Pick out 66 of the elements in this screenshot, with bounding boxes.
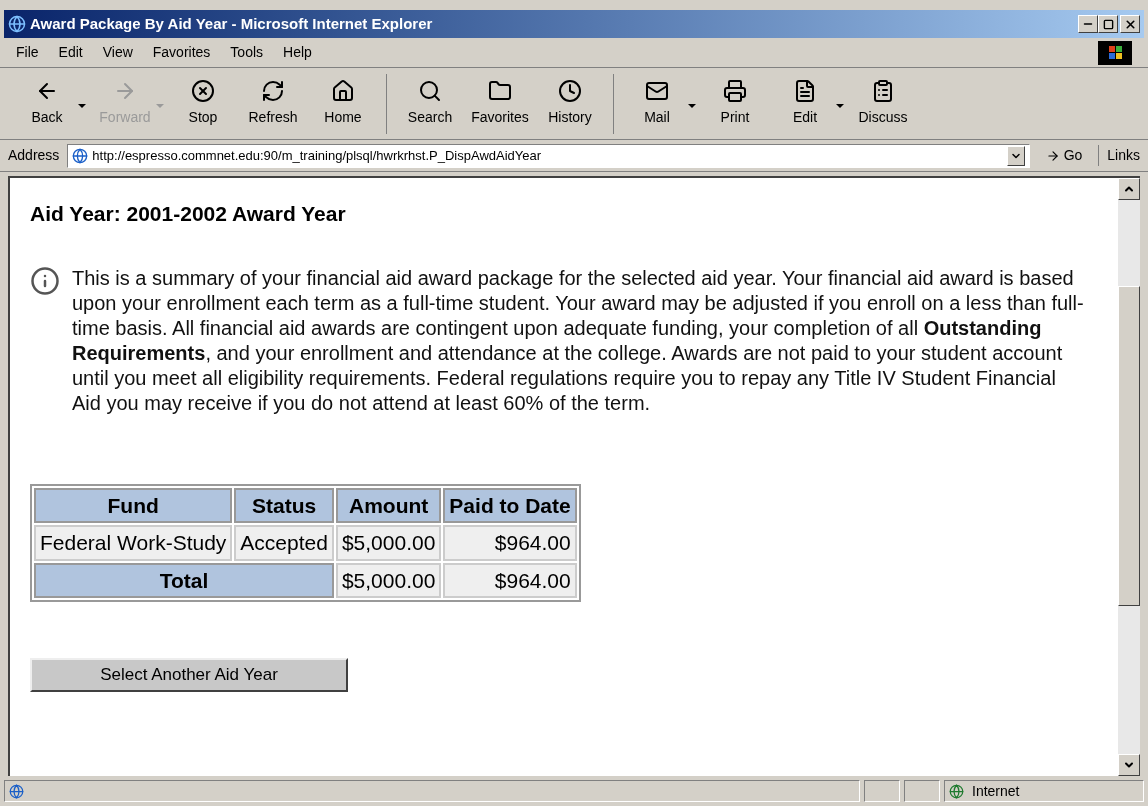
search-icon <box>418 79 442 103</box>
dropdown-button[interactable] <box>1006 145 1025 166</box>
toolbar-button[interactable]: Print <box>704 73 766 134</box>
dropdown-caret-icon[interactable] <box>688 103 696 108</box>
browser-logo-icon <box>8 15 26 33</box>
globe-icon <box>949 783 964 799</box>
home-icon <box>331 79 355 103</box>
column-header: Amount <box>335 487 442 523</box>
menu-item[interactable]: File <box>16 42 39 63</box>
menu-item[interactable]: Tools <box>230 42 264 63</box>
close-button[interactable] <box>1120 15 1140 33</box>
toolbar-button[interactable]: History <box>539 73 601 134</box>
menu-item[interactable]: Edit <box>58 42 83 63</box>
address-field[interactable]: http://espresso.commnet.edu:90/m_training/plsql/hwrkrhst.P_DispAwdAidYear <box>67 143 1030 168</box>
toolbar-button[interactable]: Search <box>399 73 461 134</box>
page-icon <box>9 783 24 799</box>
table-cell: $5,000.00 <box>335 562 442 598</box>
notepad-icon <box>871 79 895 103</box>
menu-item[interactable]: View <box>102 42 133 63</box>
vertical-scrollbar[interactable] <box>1118 178 1140 776</box>
info-paragraph: This is a summary of your financial aid award package for the selected aid year. Your financial aid award is based upon your enrollment each term as a full-time student. Your award may be adjusted if you enroll on a less than full-time basis. All financial aid awards are contingent upon adequate funding, your completion of all Outstanding Requirements, and your enrollment and attendance at the college. Awards are not paid to your student account until you meet all eligibility requirements. Federal regulations require you to repay any Title IV Student Financial Aid you may receive if you do not attend at least 60% of the term. <box>72 265 1085 416</box>
column-header: Status <box>234 487 334 523</box>
maximize-icon <box>1102 18 1114 30</box>
dropdown-caret-icon[interactable] <box>78 103 86 108</box>
address-label: Address <box>8 146 60 165</box>
toolbar-button[interactable]: Home <box>312 73 374 134</box>
close-icon <box>1123 17 1137 31</box>
go-arrow-icon <box>1045 148 1060 163</box>
menu-item[interactable]: Favorites <box>152 42 211 63</box>
go-button[interactable]: Go <box>1037 145 1091 166</box>
page-icon <box>72 147 89 164</box>
windows-logo-icon <box>1098 40 1132 65</box>
toolbar-button[interactable]: Discuss <box>852 73 914 134</box>
toolbar-button[interactable]: Mail <box>626 73 688 134</box>
toolbar-button[interactable]: Favorites <box>469 73 531 134</box>
toolbar-button[interactable]: Edit <box>774 73 836 134</box>
info-icon <box>30 265 60 296</box>
table-cell: Federal Work-Study <box>34 525 233 561</box>
column-header: Fund <box>34 487 233 523</box>
page-heading: Aid Year: 2001-2002 Award Year <box>30 201 347 227</box>
window-title: Award Package By Aid Year - Microsoft Internet Explorer <box>30 13 434 34</box>
select-aid-year-button[interactable]: Select Another Aid Year <box>30 658 348 692</box>
security-zone: Internet <box>972 781 1020 801</box>
folder-icon <box>488 79 512 103</box>
refresh-icon <box>261 79 285 103</box>
toolbar-button[interactable]: Stop <box>172 73 234 134</box>
dropdown-caret-icon[interactable] <box>836 103 844 108</box>
column-header: Paid to Date <box>443 487 577 523</box>
clock-icon <box>558 79 582 103</box>
status-pane <box>904 780 940 802</box>
maximize-button[interactable] <box>1098 15 1118 33</box>
stop-icon <box>191 79 215 103</box>
mail-icon <box>645 79 669 103</box>
menu-item[interactable]: Help <box>283 42 312 63</box>
status-pane <box>864 780 900 802</box>
document-icon <box>793 79 817 103</box>
table-cell: $5,000.00 <box>335 525 442 561</box>
total-label: Total <box>34 562 334 598</box>
links-button[interactable]: Links <box>1098 145 1140 166</box>
table-cell: $964.00 <box>443 525 577 561</box>
toolbar-button[interactable]: Back <box>16 73 78 134</box>
table-cell: $964.00 <box>443 562 577 598</box>
printer-icon <box>723 79 747 103</box>
minimize-button[interactable] <box>1078 15 1098 33</box>
table-cell: Accepted <box>234 525 334 561</box>
toolbar-button[interactable]: Refresh <box>242 73 304 134</box>
